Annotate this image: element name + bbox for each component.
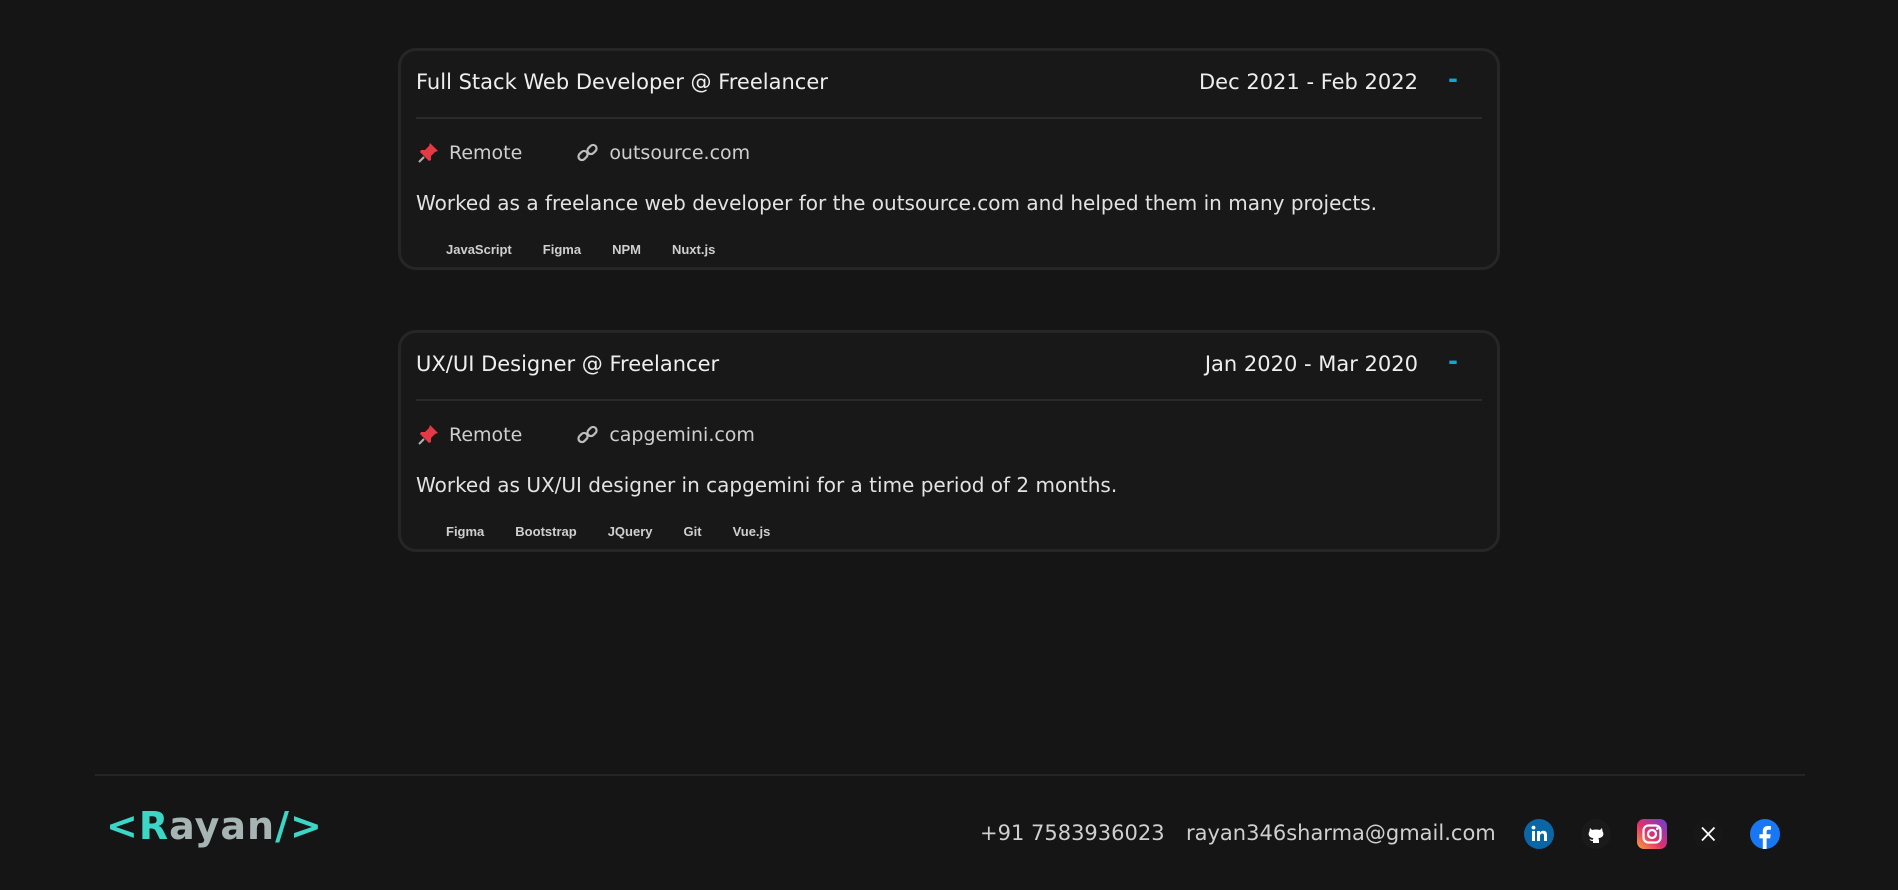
- website[interactable]: outsource.com: [576, 141, 750, 165]
- location: Remote: [416, 423, 522, 447]
- location: Remote: [416, 141, 522, 165]
- site-logo[interactable]: <Rayan/>: [106, 804, 323, 848]
- experience-title: UX/UI Designer @ Freelancer: [416, 352, 720, 376]
- experience-card-1: Full Stack Web Developer @ Freelancer De…: [398, 48, 1500, 270]
- tag: Figma: [446, 524, 485, 539]
- tech-tags: JavaScript Figma NPM Nuxt.js: [446, 242, 746, 257]
- phone-number[interactable]: +91 7583936023: [980, 821, 1165, 845]
- tag: Vue.js: [732, 524, 771, 539]
- website-link[interactable]: capgemini.com: [609, 424, 755, 446]
- tag: NPM: [612, 242, 641, 257]
- pushpin-icon: [416, 141, 440, 165]
- collapse-toggle-button[interactable]: -: [1448, 347, 1458, 375]
- experience-description: Worked as UX/UI designer in capgemini fo…: [416, 473, 1118, 497]
- experience-date: Jan 2020 - Mar 2020: [1204, 352, 1418, 376]
- location-text: Remote: [449, 424, 523, 446]
- tag: Figma: [542, 242, 582, 257]
- tag: Git: [683, 524, 702, 539]
- link-icon: [576, 423, 600, 447]
- instagram-icon[interactable]: [1637, 819, 1667, 849]
- logo-close-bracket: />: [275, 804, 323, 848]
- tag: JQuery: [607, 524, 653, 539]
- link-icon: [576, 141, 600, 165]
- experience-card-2: UX/UI Designer @ Freelancer Jan 2020 - M…: [398, 330, 1500, 552]
- website[interactable]: capgemini.com: [576, 423, 755, 447]
- experience-card-header: UX/UI Designer @ Freelancer Jan 2020 - M…: [416, 333, 1482, 401]
- github-icon[interactable]: [1581, 819, 1611, 849]
- tech-tags: Figma Bootstrap JQuery Git Vue.js: [446, 524, 801, 539]
- tag: Bootstrap: [515, 524, 577, 539]
- experience-meta: Remote capgemini.com: [416, 421, 809, 449]
- x-icon[interactable]: [1693, 819, 1723, 849]
- location-text: Remote: [449, 142, 523, 164]
- pushpin-icon: [416, 423, 440, 447]
- linkedin-icon[interactable]: [1524, 819, 1554, 849]
- experience-title: Full Stack Web Developer @ Freelancer: [416, 70, 828, 94]
- logo-name: ayan: [169, 804, 276, 848]
- experience-card-header: Full Stack Web Developer @ Freelancer De…: [416, 51, 1482, 119]
- footer-divider: [95, 774, 1805, 776]
- logo-open-bracket: <: [106, 804, 139, 848]
- experience-meta: Remote outsource.com: [416, 139, 804, 167]
- facebook-icon[interactable]: [1750, 819, 1780, 849]
- collapse-toggle-button[interactable]: -: [1448, 65, 1458, 93]
- experience-date: Dec 2021 - Feb 2022: [1199, 70, 1418, 94]
- email-address[interactable]: rayan346sharma@gmail.com: [1186, 821, 1496, 845]
- experience-description: Worked as a freelance web developer for …: [416, 191, 1378, 215]
- logo-initial: R: [138, 804, 170, 848]
- tag: JavaScript: [446, 242, 512, 257]
- website-link[interactable]: outsource.com: [609, 142, 750, 164]
- tag: Nuxt.js: [671, 242, 716, 257]
